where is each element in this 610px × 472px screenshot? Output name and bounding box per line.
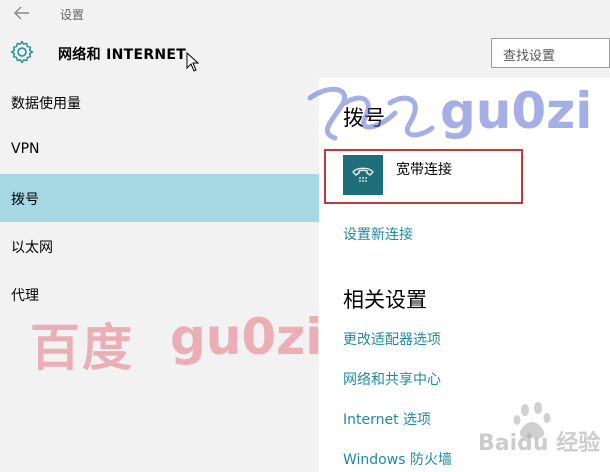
sidebar-item-vpn[interactable]: VPN [0, 126, 319, 174]
connection-tile [343, 155, 383, 195]
sidebar-item-ethernet[interactable]: 以太网 [0, 222, 319, 270]
red-watermark-text-2: gu0zi [170, 308, 323, 366]
svg-text:Baidu 经验: Baidu 经验 [478, 430, 600, 456]
sidebar-item-label: VPN [11, 141, 40, 157]
sidebar-item-data-usage[interactable]: 数据使用量 [0, 78, 319, 126]
sidebar-item-label: 数据使用量 [11, 96, 81, 112]
setup-new-connection-link[interactable]: 设置新连接 [343, 224, 413, 244]
sidebar-item-label: 拨号 [11, 192, 39, 208]
title-bar: 设置 [0, 0, 610, 28]
related-settings-title: 相关设置 [343, 288, 427, 312]
sidebar: 数据使用量 VPN 拨号 以太网 代理 [0, 78, 319, 472]
connection-item[interactable]: 宽带连接 [324, 149, 523, 204]
change-adapter-options-link[interactable]: 更改适配器选项 [343, 329, 441, 349]
signature-watermark [307, 86, 435, 141]
gear-icon [10, 40, 34, 64]
sidebar-item-label: 以太网 [11, 240, 53, 256]
baidu-jingyan-logo: Baidu 经验 [478, 402, 600, 456]
blue-watermark-text: gu0zi [440, 82, 593, 140]
sidebar-item-dialup[interactable]: 拨号 [0, 174, 319, 222]
settings-window: 设置 网络和 INTERNET 查找设置 数据使用量 VPN 拨号 以太网 代理… [0, 0, 610, 472]
red-watermark-text-1: 百度 [30, 319, 134, 377]
dialup-phone-icon [352, 167, 374, 182]
search-input[interactable]: 查找设置 [491, 38, 610, 68]
mouse-cursor-icon [186, 52, 200, 72]
window-title: 设置 [60, 8, 85, 22]
sidebar-item-label: 代理 [11, 288, 39, 304]
windows-firewall-link[interactable]: Windows 防火墙 [343, 449, 452, 469]
network-sharing-center-link[interactable]: 网络和共享中心 [343, 369, 441, 389]
header: 网络和 INTERNET 查找设置 [0, 28, 610, 78]
connection-label: 宽带连接 [396, 162, 452, 178]
back-arrow-icon[interactable] [14, 6, 30, 20]
page-title: 网络和 INTERNET [58, 47, 187, 63]
internet-options-link[interactable]: Internet 选项 [343, 409, 431, 429]
